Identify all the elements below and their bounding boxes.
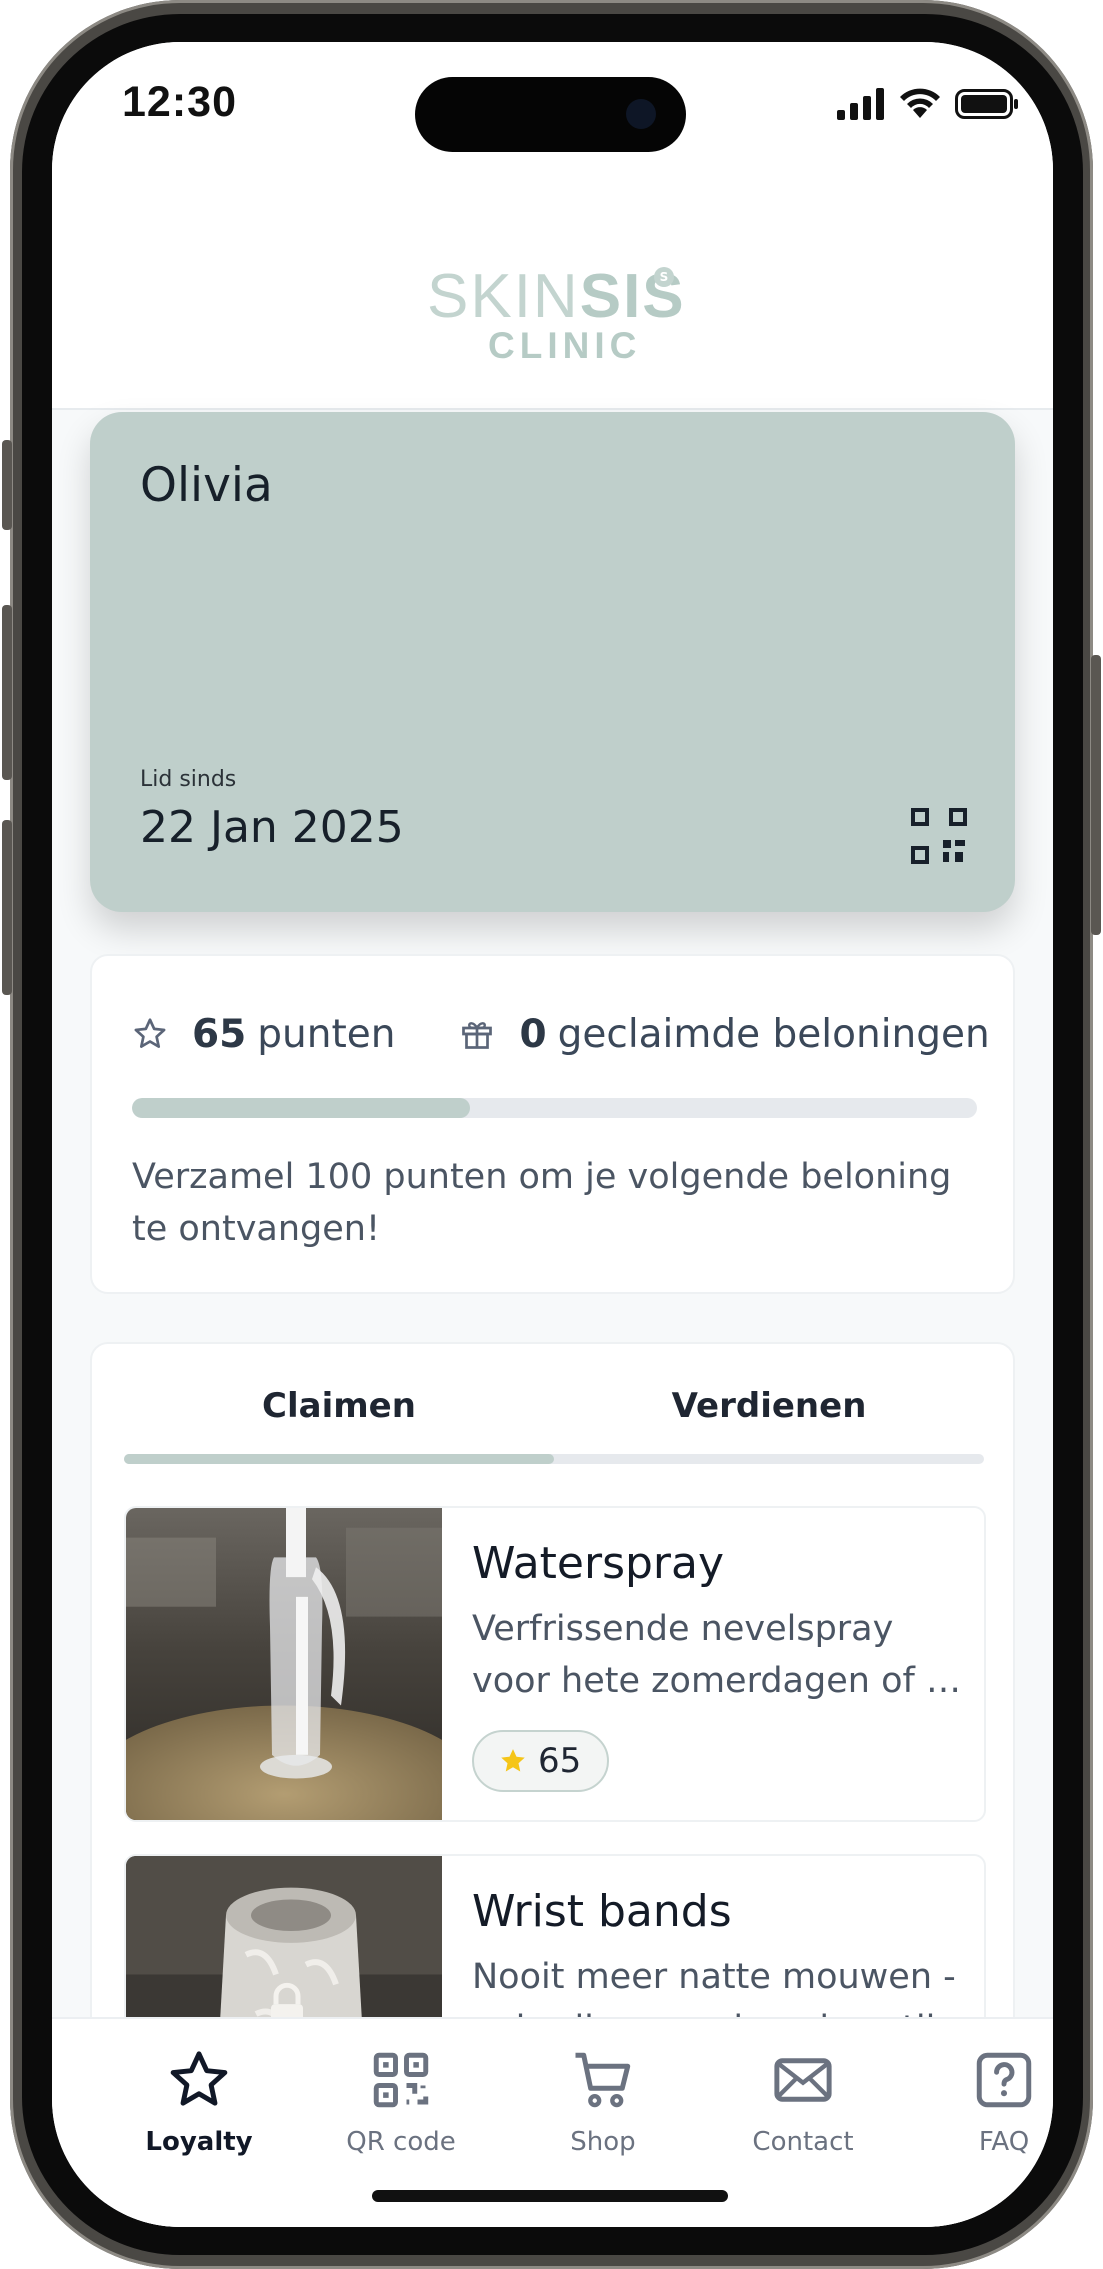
gift-icon (462, 1022, 493, 1049)
member-since-label: Lid sinds (140, 767, 237, 792)
nav-label: FAQ (978, 2127, 1030, 2157)
points-note: Verzamel 100 punten om je volgende belon… (132, 1157, 952, 1249)
nav-label: Shop (570, 2127, 636, 2157)
reward-title: Waterspray (472, 1538, 725, 1589)
nav-label: Contact (752, 2127, 854, 2157)
member-card[interactable]: Olivia Lid sinds 22 Jan 2025 (90, 412, 1015, 912)
battery-icon (955, 89, 1018, 119)
action-button (2, 440, 12, 530)
volume-up-button (2, 605, 12, 780)
star-outline-icon (134, 1018, 166, 1048)
qr-code-icon (373, 2052, 429, 2108)
status-icons (837, 84, 1019, 124)
star-filled-icon (501, 1749, 525, 1772)
status-time: 12:30 (122, 78, 237, 126)
tab-claimen[interactable]: Claimen (124, 1386, 554, 1426)
rewards-label: geclaimde beloningen (557, 1011, 990, 1057)
wifi-icon (900, 88, 940, 118)
points-progress-bar (132, 1098, 977, 1118)
volume-down-button (2, 820, 12, 995)
reward-item-waterspray[interactable]: Waterspray Verfrissende nevelspray voor … (124, 1506, 986, 1822)
signal-icon (837, 88, 884, 120)
points-count: 65 (192, 1011, 247, 1057)
tab-underline (124, 1454, 984, 1464)
points-card: 65 punten 0 geclaimde beloningen Verzame… (90, 954, 1015, 1294)
reward-title: Wrist bands (472, 1886, 732, 1937)
app-screen: 12:30 SKINSIS CLINIC S Olivia Lid sinds … (52, 42, 1053, 2227)
status-bar: 12:30 (52, 42, 1053, 182)
nav-faq[interactable]: FAQ (904, 2047, 1053, 2157)
points-summary: 65 punten 0 geclaimde beloningen (132, 1004, 990, 1064)
mail-icon (774, 2058, 832, 2102)
member-since-date: 22 Jan 2025 (140, 802, 404, 853)
cart-icon (575, 2052, 631, 2108)
rewards-count: 0 (519, 1011, 547, 1057)
waterspray-image (126, 1508, 442, 1820)
member-name: Olivia (140, 458, 273, 513)
qr-code-icon[interactable] (910, 807, 968, 865)
points-label: punten (257, 1011, 396, 1057)
rewards-tabs: Claimen Verdienen (124, 1344, 984, 1472)
nav-contact[interactable]: Contact (703, 2047, 903, 2157)
nav-label: Loyalty (145, 2127, 253, 2157)
tab-underline-active (124, 1454, 554, 1464)
question-icon (976, 2052, 1032, 2108)
nav-qr-code[interactable]: QR code (301, 2047, 501, 2157)
nav-label: QR code (346, 2127, 456, 2157)
points-progress-fill (132, 1098, 470, 1118)
camera-icon (626, 99, 656, 129)
skinsis-logo: SKINSIS CLINIC S (427, 262, 686, 366)
nav-shop[interactable]: Shop (503, 2047, 703, 2157)
tab-verdienen[interactable]: Verdienen (554, 1386, 984, 1426)
reward-points-badge: 65 (472, 1730, 610, 1792)
reward-description: Verfrissende nevelspray voor hete zomerd… (472, 1609, 972, 1701)
home-indicator[interactable] (372, 2190, 728, 2202)
star-icon (170, 2051, 228, 2106)
nav-loyalty[interactable]: Loyalty (99, 2047, 299, 2157)
dynamic-island (415, 77, 686, 152)
power-button (1091, 655, 1101, 935)
app-header: SKINSIS CLINIC S (52, 182, 1053, 410)
